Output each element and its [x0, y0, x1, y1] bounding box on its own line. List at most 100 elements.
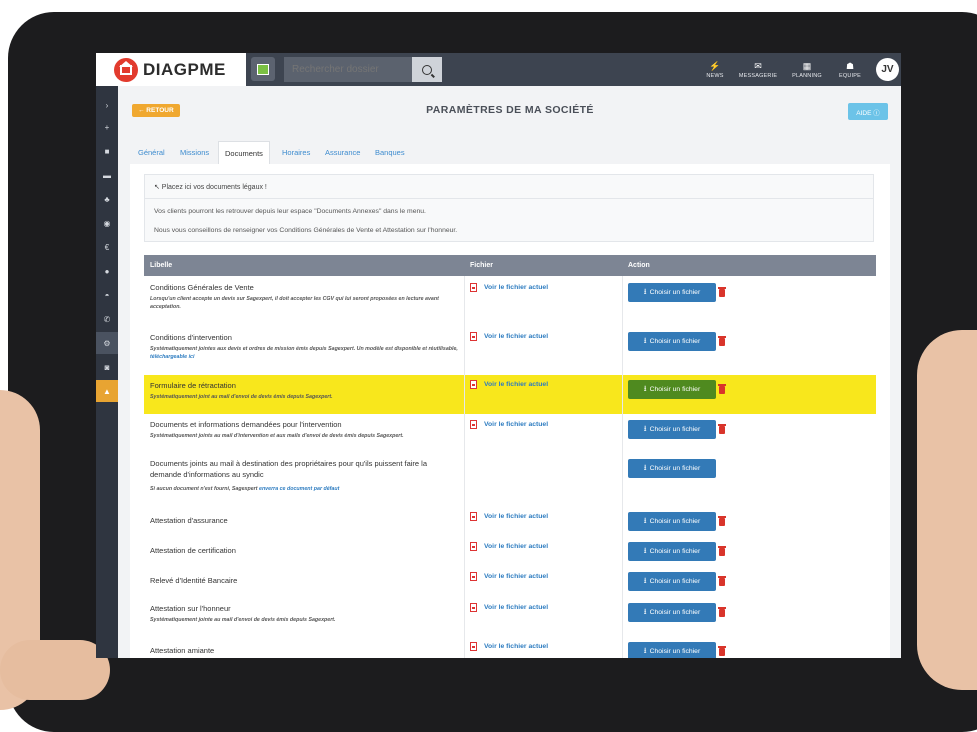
tab-banques[interactable]: Banques [369, 141, 411, 163]
row-description-text: Systématiquement joints au mail d'interv… [150, 433, 404, 439]
sidebar-folder-icon[interactable]: ▬ [96, 164, 118, 186]
nav-messagerie-label: MESSAGERIE [738, 72, 778, 79]
choose-file-button[interactable]: ⭳ Choisir un fichier [628, 459, 716, 478]
trash-icon[interactable] [718, 646, 726, 656]
tab-missions[interactable]: Missions [174, 141, 215, 163]
left-thumb [0, 640, 110, 700]
trash-icon[interactable] [718, 336, 726, 346]
choose-file-button[interactable]: ⭳ Choisir un fichier [628, 380, 716, 399]
sidebar-euro-icon[interactable]: € [96, 236, 118, 258]
view-file-link[interactable]: Voir le fichier actuel [470, 512, 548, 521]
view-file-label: Voir le fichier actuel [484, 513, 549, 520]
view-file-label: Voir le fichier actuel [484, 284, 549, 291]
view-file-link[interactable]: Voir le fichier actuel [470, 572, 548, 581]
logo[interactable]: DIAGPME [96, 53, 246, 86]
sidebar-dashboard-icon[interactable]: ◓ [96, 284, 118, 306]
search-input[interactable] [284, 57, 412, 82]
view-file-link[interactable]: Voir le fichier actuel [470, 380, 548, 389]
column-divider [622, 567, 623, 597]
view-file-label: Voir le fichier actuel [484, 543, 549, 550]
view-file-link[interactable]: Voir le fichier actuel [470, 642, 548, 651]
row-description: Si aucun document n'est fourni, Sagexper… [150, 485, 460, 493]
sidebar-users-icon[interactable]: ♣ [96, 188, 118, 210]
nav-messagerie[interactable]: ✉ MESSAGERIE [736, 56, 780, 83]
nav-planning[interactable]: ▦ PLANNING [785, 56, 829, 83]
column-divider [622, 637, 623, 658]
row-title: Documents et informations demandées pour… [150, 420, 342, 429]
choose-file-button[interactable]: ⭳ Choisir un fichier [628, 603, 716, 622]
trash-icon[interactable] [718, 424, 726, 434]
view-file-label: Voir le fichier actuel [484, 643, 549, 650]
sidebar-camera-icon[interactable]: ◙ [96, 356, 118, 378]
info-line-2: Nous vous conseillons de renseigner vos … [154, 227, 458, 234]
documents-panel: ↖ Placez ici vos documents légaux ! Vos … [130, 164, 890, 658]
trash-icon[interactable] [718, 576, 726, 586]
nav-equipe[interactable]: ☗ EQUIPE [828, 56, 872, 83]
upload-icon: ⭳ [643, 575, 647, 585]
tab-documents[interactable]: Documents [218, 141, 270, 165]
info-line-1: Vos clients pourront les retrouver depui… [154, 208, 426, 215]
choose-file-button[interactable]: ⭳ Choisir un fichier [628, 642, 716, 658]
calendar-button[interactable] [251, 57, 275, 81]
choose-file-button[interactable]: ⭳ Choisir un fichier [628, 542, 716, 561]
row-title: Attestation sur l'honneur [150, 604, 231, 613]
trash-icon[interactable] [718, 287, 726, 297]
column-divider [622, 537, 623, 567]
row-description-text: Systématiquement jointe au mail d'envoi … [150, 617, 336, 623]
view-file-link[interactable]: Voir le fichier actuel [470, 603, 548, 612]
trash-icon[interactable] [718, 546, 726, 556]
view-file-link[interactable]: Voir le fichier actuel [470, 332, 548, 341]
tab-assurance[interactable]: Assurance [319, 141, 366, 163]
tab-bar: Général Missions Documents Horaires Assu… [130, 141, 890, 165]
sidebar-add-icon[interactable]: + [96, 116, 118, 138]
view-file-link[interactable]: Voir le fichier actuel [470, 542, 548, 551]
row-description-text: Si aucun document n'est fourni, Sagexper… [150, 486, 258, 492]
view-file-link[interactable]: Voir le fichier actuel [470, 420, 548, 429]
column-divider [464, 454, 465, 507]
main-content: PARAMÈTRES DE MA SOCIÉTÉ ← RETOUR AIDE ⓘ… [130, 98, 890, 658]
team-icon: ☗ [845, 60, 855, 71]
search-icon [422, 64, 432, 75]
calendar-check-icon [257, 63, 269, 75]
row-title: Relevé d'Identité Bancaire [150, 576, 238, 585]
pdf-icon [470, 283, 477, 292]
table-row: Attestation d'assurance Voir le fichier a… [144, 507, 876, 538]
tab-general[interactable]: Général [132, 141, 171, 163]
choose-file-button[interactable]: ⭳ Choisir un fichier [628, 283, 716, 302]
upload-icon: ⭳ [643, 383, 647, 393]
sidebar-briefcase-icon[interactable]: ■ [96, 140, 118, 162]
choose-file-label: Choisir un fichier [649, 518, 701, 525]
choose-file-button[interactable]: ⭳ Choisir un fichier [628, 332, 716, 351]
row-description-link[interactable]: enverra ce document par défaut [259, 486, 339, 492]
sidebar-eye-icon[interactable]: ◉ [96, 212, 118, 234]
calendar-icon: ▦ [802, 60, 812, 71]
trash-icon[interactable] [718, 384, 726, 394]
search-button[interactable] [412, 57, 442, 82]
choose-file-button[interactable]: ⭳ Choisir un fichier [628, 420, 716, 439]
trash-icon[interactable] [718, 516, 726, 526]
tab-horaires[interactable]: Horaires [276, 141, 316, 163]
sidebar-warning-icon[interactable]: ▲ [96, 380, 118, 402]
choose-file-button[interactable]: ⭳ Choisir un fichier [628, 572, 716, 591]
row-description-link[interactable]: téléchargeable ici [150, 354, 194, 360]
sidebar-expand-icon[interactable]: › [96, 94, 118, 116]
trash-icon[interactable] [718, 607, 726, 617]
sidebar-phone-icon[interactable]: ✆ [96, 308, 118, 330]
choose-file-button[interactable]: ⭳ Choisir un fichier [628, 512, 716, 531]
view-file-label: Voir le fichier actuel [484, 573, 549, 580]
header-fichier: Fichier [470, 262, 493, 269]
nav-news[interactable]: ⚡ NEWS [693, 56, 737, 83]
view-file-link[interactable]: Voir le fichier actuel [470, 283, 548, 292]
aide-button[interactable]: AIDE ⓘ [848, 103, 888, 120]
pdf-icon [470, 642, 477, 651]
row-title: Attestation d'assurance [150, 516, 228, 525]
house-logo-icon [114, 57, 138, 82]
column-divider [622, 597, 623, 637]
choose-file-label: Choisir un fichier [649, 338, 701, 345]
header-libelle: Libelle [150, 262, 173, 269]
retour-button[interactable]: ← RETOUR [132, 104, 180, 117]
table-row: Formulaire de rétractation Systématiqueme… [144, 375, 876, 415]
sidebar-settings-icon[interactable]: ⚙ [96, 332, 118, 354]
avatar[interactable]: JV [876, 58, 899, 81]
sidebar-chat-icon[interactable]: ● [96, 260, 118, 282]
